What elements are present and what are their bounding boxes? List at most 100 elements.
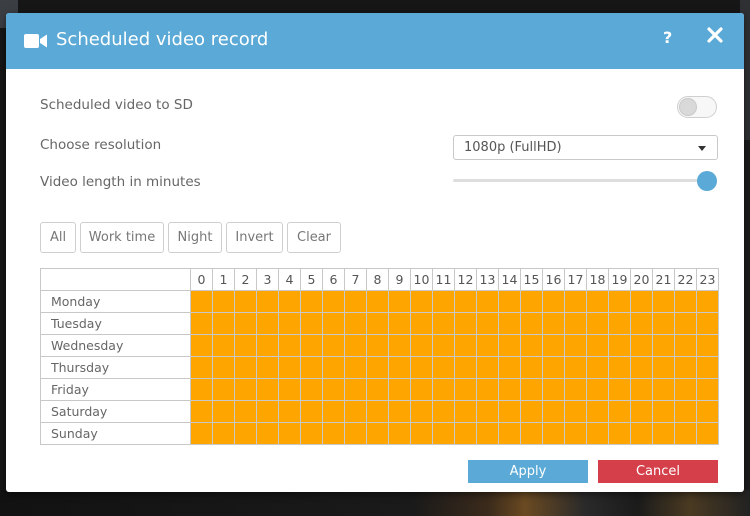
schedule-cell[interactable] (300, 290, 323, 313)
hour-header[interactable]: 8 (366, 268, 389, 291)
hour-header[interactable]: 3 (256, 268, 279, 291)
schedule-cell[interactable] (520, 400, 543, 423)
schedule-cell[interactable] (190, 356, 213, 379)
schedule-cell[interactable] (674, 378, 697, 401)
schedule-cell[interactable] (344, 356, 367, 379)
schedule-cell[interactable] (212, 422, 235, 445)
schedule-cell[interactable] (344, 290, 367, 313)
schedule-cell[interactable] (520, 312, 543, 335)
schedule-cell[interactable] (542, 422, 565, 445)
schedule-cell[interactable] (564, 334, 587, 357)
schedule-cell[interactable] (476, 400, 499, 423)
hour-header[interactable]: 12 (454, 268, 477, 291)
schedule-cell[interactable] (542, 290, 565, 313)
schedule-cell[interactable] (344, 334, 367, 357)
day-label[interactable]: Monday (40, 290, 191, 313)
schedule-cell[interactable] (608, 290, 631, 313)
schedule-cell[interactable] (696, 356, 719, 379)
schedule-cell[interactable] (322, 334, 345, 357)
clear-button[interactable]: Clear (287, 222, 341, 253)
schedule-cell[interactable] (278, 356, 301, 379)
schedule-cell[interactable] (608, 422, 631, 445)
schedule-cell[interactable] (234, 378, 257, 401)
schedule-cell[interactable] (586, 378, 609, 401)
schedule-cell[interactable] (674, 334, 697, 357)
schedule-cell[interactable] (410, 422, 433, 445)
schedule-cell[interactable] (432, 422, 455, 445)
schedule-cell[interactable] (498, 312, 521, 335)
schedule-cell[interactable] (432, 356, 455, 379)
schedule-cell[interactable] (454, 400, 477, 423)
hour-header[interactable]: 19 (608, 268, 631, 291)
hour-header[interactable]: 5 (300, 268, 323, 291)
hour-header[interactable]: 10 (410, 268, 433, 291)
schedule-cell[interactable] (454, 422, 477, 445)
hour-header[interactable]: 4 (278, 268, 301, 291)
hour-header[interactable]: 0 (190, 268, 213, 291)
schedule-cell[interactable] (300, 422, 323, 445)
schedule-cell[interactable] (608, 378, 631, 401)
schedule-cell[interactable] (278, 422, 301, 445)
schedule-cell[interactable] (278, 378, 301, 401)
schedule-cell[interactable] (300, 356, 323, 379)
schedule-cell[interactable] (410, 290, 433, 313)
schedule-cell[interactable] (696, 290, 719, 313)
schedule-cell[interactable] (256, 400, 279, 423)
hour-header[interactable]: 22 (674, 268, 697, 291)
schedule-cell[interactable] (564, 290, 587, 313)
day-label[interactable]: Friday (40, 378, 191, 401)
close-icon[interactable] (705, 25, 725, 45)
schedule-cell[interactable] (322, 400, 345, 423)
schedule-cell[interactable] (520, 356, 543, 379)
schedule-cell[interactable] (388, 290, 411, 313)
hour-header[interactable]: 11 (432, 268, 455, 291)
video-length-slider-track[interactable] (453, 179, 713, 182)
schedule-cell[interactable] (476, 334, 499, 357)
schedule-cell[interactable] (388, 400, 411, 423)
hour-header[interactable]: 9 (388, 268, 411, 291)
schedule-cell[interactable] (190, 400, 213, 423)
schedule-cell[interactable] (454, 334, 477, 357)
schedule-cell[interactable] (608, 334, 631, 357)
schedule-cell[interactable] (190, 312, 213, 335)
schedule-cell[interactable] (476, 422, 499, 445)
schedule-cell[interactable] (564, 378, 587, 401)
schedule-cell[interactable] (520, 422, 543, 445)
schedule-cell[interactable] (630, 312, 653, 335)
work-time-button[interactable]: Work time (80, 222, 164, 253)
schedule-cell[interactable] (652, 356, 675, 379)
schedule-cell[interactable] (366, 312, 389, 335)
hour-header[interactable]: 23 (696, 268, 719, 291)
schedule-cell[interactable] (454, 356, 477, 379)
schedule-cell[interactable] (322, 312, 345, 335)
schedule-cell[interactable] (542, 334, 565, 357)
schedule-cell[interactable] (366, 400, 389, 423)
schedule-cell[interactable] (256, 290, 279, 313)
schedule-cell[interactable] (696, 378, 719, 401)
resolution-select[interactable]: 1080p (FullHD) (453, 135, 718, 160)
schedule-cell[interactable] (498, 400, 521, 423)
schedule-cell[interactable] (498, 334, 521, 357)
schedule-cell[interactable] (256, 422, 279, 445)
day-label[interactable]: Thursday (40, 356, 191, 379)
schedule-cell[interactable] (278, 290, 301, 313)
schedule-cell[interactable] (234, 422, 257, 445)
schedule-cell[interactable] (190, 290, 213, 313)
schedule-cell[interactable] (256, 334, 279, 357)
sd-record-toggle[interactable] (677, 96, 717, 118)
schedule-cell[interactable] (696, 400, 719, 423)
schedule-cell[interactable] (190, 334, 213, 357)
schedule-cell[interactable] (608, 356, 631, 379)
hour-header[interactable]: 1 (212, 268, 235, 291)
schedule-cell[interactable] (674, 312, 697, 335)
schedule-cell[interactable] (256, 356, 279, 379)
schedule-cell[interactable] (366, 334, 389, 357)
schedule-cell[interactable] (322, 290, 345, 313)
schedule-cell[interactable] (652, 400, 675, 423)
schedule-cell[interactable] (498, 422, 521, 445)
schedule-cell[interactable] (212, 378, 235, 401)
schedule-cell[interactable] (498, 378, 521, 401)
schedule-cell[interactable] (256, 312, 279, 335)
day-label[interactable]: Saturday (40, 400, 191, 423)
schedule-cell[interactable] (300, 312, 323, 335)
